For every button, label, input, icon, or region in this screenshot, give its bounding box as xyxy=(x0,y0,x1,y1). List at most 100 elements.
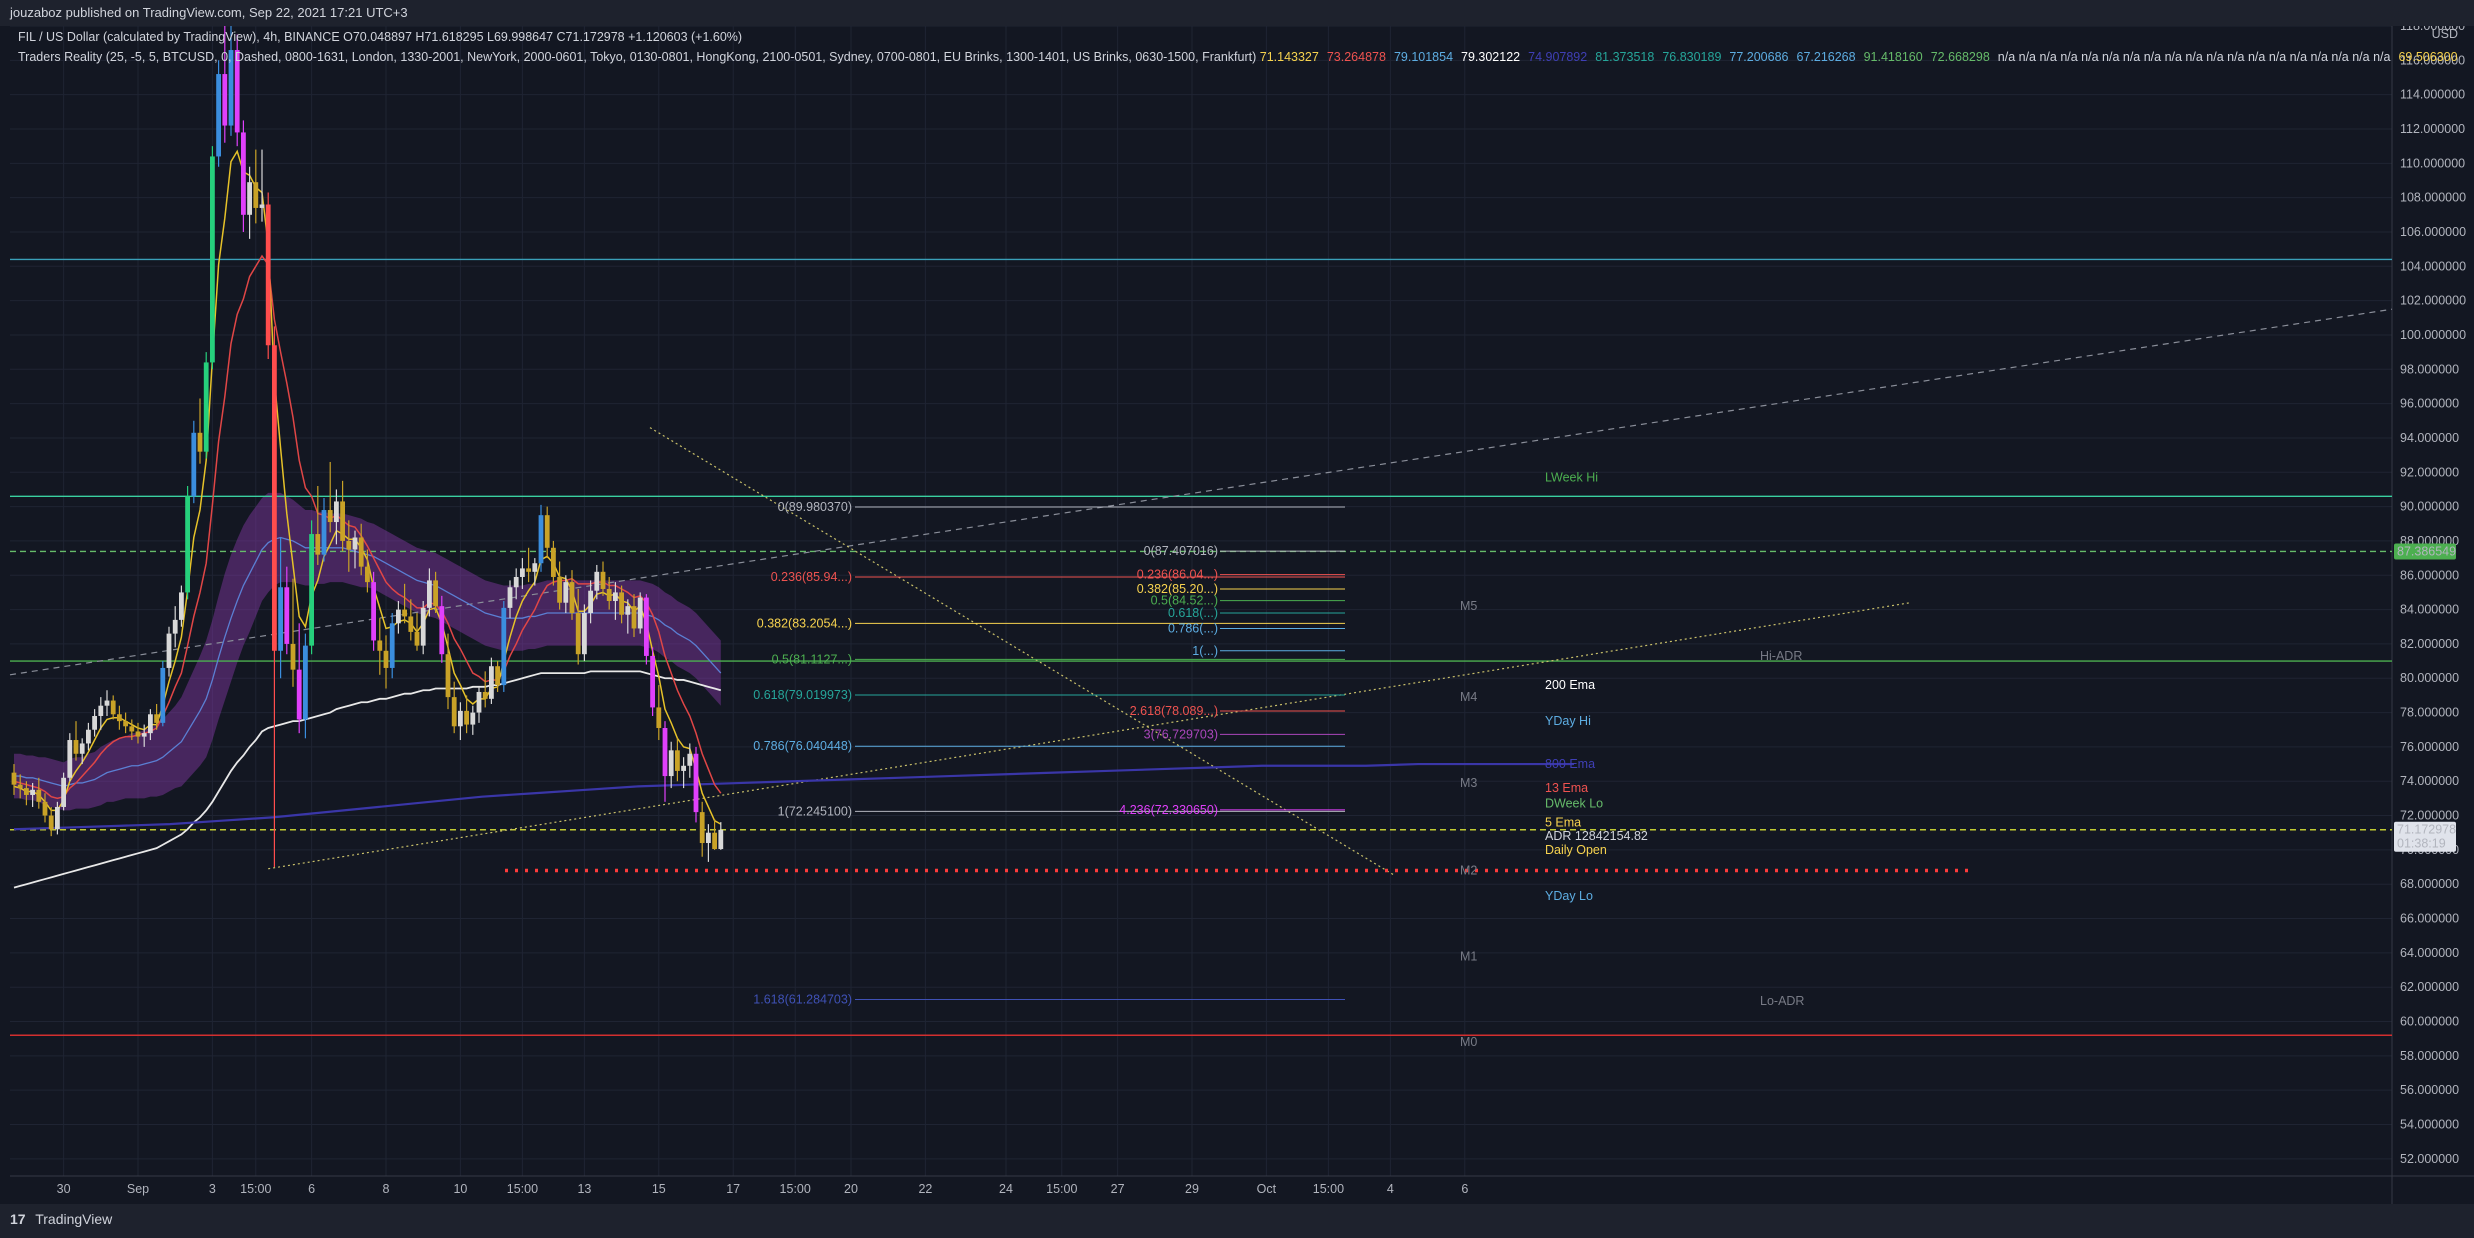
price-axis-tick-label: 76.000000 xyxy=(2400,740,2459,754)
candle-body xyxy=(582,613,587,655)
candle-body xyxy=(439,606,445,655)
price-axis-tick-label: 58.000000 xyxy=(2400,1049,2459,1063)
candle-body xyxy=(104,700,110,706)
indicator-level-label: M4 xyxy=(1460,690,1477,704)
tradingview-logo[interactable]: 17 TradingView xyxy=(10,1211,112,1227)
bottom-bar xyxy=(0,1204,2474,1238)
fib-level-label: 0.786(76.040448) xyxy=(753,739,852,753)
indicator-value: 91.418160 xyxy=(1863,50,1923,64)
candle-body xyxy=(141,733,147,737)
candle-body xyxy=(55,806,60,830)
candle-body xyxy=(495,666,500,686)
candle-body xyxy=(272,345,277,651)
time-axis-tick-label: 24 xyxy=(999,1182,1013,1196)
candle-body xyxy=(253,182,259,208)
indicator-value: 79.302122 xyxy=(1461,50,1521,64)
indicator-level-label: M3 xyxy=(1460,776,1477,790)
candle-body xyxy=(110,700,116,715)
time-axis-tick-label: 29 xyxy=(1185,1182,1199,1196)
candle-body xyxy=(154,714,159,723)
candle-body xyxy=(656,707,662,729)
indicator-value: 74.907892 xyxy=(1528,50,1588,64)
candle-body xyxy=(681,765,686,771)
price-axis-tick-label: 78.000000 xyxy=(2400,706,2459,720)
candle-body xyxy=(427,580,432,608)
indicator-level-label: YDay Lo xyxy=(1545,889,1593,903)
price-axis-tick-label: 102.000000 xyxy=(2400,294,2466,308)
indicator-value: n/a n/a n/a n/a n/a n/a n/a n/a n/a n/a … xyxy=(1997,50,2391,64)
time-axis-tick-label: 6 xyxy=(308,1182,315,1196)
price-axis-tick-label: 112.000000 xyxy=(2400,122,2465,136)
candle-body xyxy=(451,697,457,727)
indicator-level-label: M0 xyxy=(1460,1035,1477,1049)
candle-body xyxy=(61,777,66,807)
candle-body xyxy=(334,501,339,523)
symbol-legend[interactable]: FIL / US Dollar (calculated by TradingVi… xyxy=(18,30,742,44)
candle-countdown: 01:38:19 xyxy=(2397,837,2446,851)
candle-body xyxy=(631,606,637,629)
candle-body xyxy=(259,204,265,208)
candle-body xyxy=(315,534,321,555)
price-axis-tick-label: 80.000000 xyxy=(2400,671,2459,685)
candle-body xyxy=(414,631,420,646)
indicator-level-label: 200 Ema xyxy=(1545,678,1595,692)
time-axis-tick-label: 13 xyxy=(577,1182,591,1196)
candle-body xyxy=(321,510,327,555)
indicator-value: 69.506300 xyxy=(2398,50,2458,64)
candle-body xyxy=(699,812,705,844)
price-axis-tick-label: 62.000000 xyxy=(2400,980,2459,994)
candle-body xyxy=(222,74,228,126)
candle-body xyxy=(191,432,197,497)
candle-body xyxy=(613,592,618,601)
candle-body xyxy=(464,710,469,725)
fib-level-label: 0(89.980370) xyxy=(778,500,852,514)
indicator-value: 81.373518 xyxy=(1595,50,1655,64)
price-chart[interactable]: 0(89.980370) 0.236(85.94...) 0.382(83.2054… xyxy=(0,26,2474,1204)
candle-body xyxy=(327,510,333,523)
fib-level-label: 0.618(79.019973) xyxy=(753,688,852,702)
price-axis-tick-label: 104.000000 xyxy=(2400,259,2466,273)
fib-level-label: 1(...) xyxy=(1192,644,1218,658)
indicator-legend[interactable]: Traders Reality (25, -5, 5, BTCUSD, 0, D… xyxy=(18,50,2466,64)
trendline-descending xyxy=(649,427,1396,877)
fib-level-label: 0.786(...) xyxy=(1168,621,1218,635)
candle-body xyxy=(501,607,507,686)
candle-body xyxy=(637,597,643,629)
candle-body xyxy=(79,743,85,754)
candle-body xyxy=(216,74,221,157)
candle-body xyxy=(290,643,296,670)
candle-body xyxy=(389,623,395,668)
price-axis-tick-label: 86.000000 xyxy=(2400,568,2459,582)
time-axis-tick-label: 22 xyxy=(918,1182,932,1196)
candle-body xyxy=(625,606,631,615)
candle-body xyxy=(210,156,215,363)
candle-body xyxy=(98,705,104,716)
candle-body xyxy=(588,590,593,614)
candle-body xyxy=(718,829,724,850)
candle-body xyxy=(396,609,401,624)
fib-level-label: 0.236(86.04...) xyxy=(1137,568,1218,582)
publisher-text: jouzaboz published on TradingView.com, S… xyxy=(10,5,408,20)
indicator-level-label: DWeek Lo xyxy=(1545,797,1603,811)
candle-body xyxy=(706,832,711,844)
publisher-bar: jouzaboz published on TradingView.com, S… xyxy=(0,0,2474,26)
candle-body xyxy=(160,667,166,723)
chart-area[interactable]: 0(89.980370) 0.236(85.94...) 0.382(83.2054… xyxy=(0,26,2474,1238)
candle-body xyxy=(309,534,314,646)
candle-body xyxy=(166,633,172,668)
fib-level-label: 1.618(61.284703) xyxy=(753,992,852,1006)
indicator-value: 77.200686 xyxy=(1729,50,1789,64)
indicator-level-label: M1 xyxy=(1460,949,1477,963)
currency-label: USD xyxy=(2432,27,2458,41)
candle-body xyxy=(247,182,252,215)
candle-body xyxy=(148,714,153,734)
candle-body xyxy=(365,566,370,583)
candle-body xyxy=(482,691,488,699)
indicator-level-label: YDay Hi xyxy=(1545,714,1591,728)
candle-body xyxy=(383,650,389,668)
indicator-value: 79.101854 xyxy=(1393,50,1454,64)
candle-body xyxy=(712,832,717,850)
candle-body xyxy=(408,616,414,632)
candle-body xyxy=(17,784,23,789)
candle-body xyxy=(476,691,482,713)
